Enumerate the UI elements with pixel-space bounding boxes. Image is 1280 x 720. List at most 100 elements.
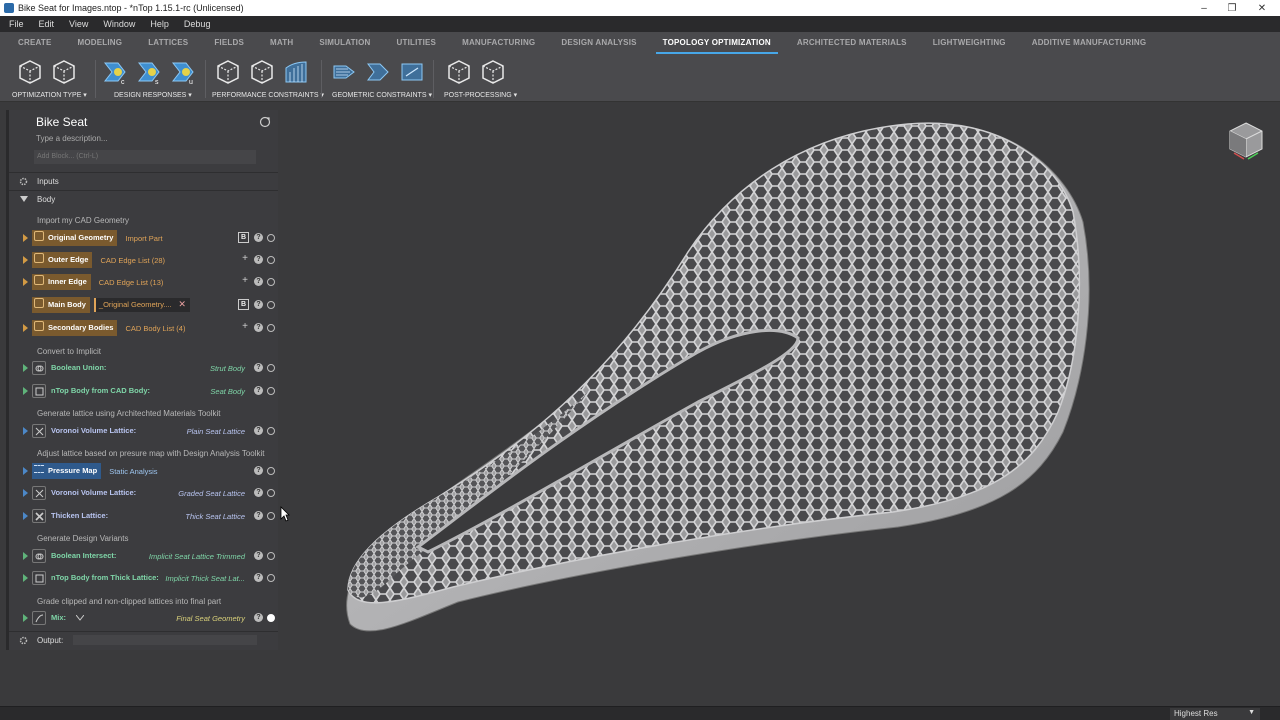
expand-arrow-icon[interactable] xyxy=(23,364,28,372)
help-icon[interactable]: ? xyxy=(254,300,263,309)
comment[interactable]: Grade clipped and non-clipped lattices i… xyxy=(37,597,221,606)
visibility-toggle[interactable] xyxy=(267,234,275,242)
comment[interactable]: Convert to Implicit xyxy=(37,347,101,356)
output-field[interactable] xyxy=(73,635,257,645)
cube-outline-icon[interactable] xyxy=(214,58,242,86)
menu-debug[interactable]: Debug xyxy=(175,19,217,29)
block-voronoi-lattice-graded[interactable]: Voronoi Volume Lattice: Graded Seat Latt… xyxy=(23,484,279,502)
visibility-toggle[interactable] xyxy=(267,574,275,582)
expand-arrow-icon[interactable] xyxy=(23,387,28,395)
add-item-icon[interactable]: + xyxy=(242,253,248,264)
expand-arrow-icon[interactable] xyxy=(23,489,28,497)
tab-architected-materials[interactable]: ARCHITECTED MATERIALS xyxy=(784,32,920,54)
menu-edit[interactable]: Edit xyxy=(30,19,61,29)
visibility-toggle[interactable] xyxy=(267,512,275,520)
visibility-toggle[interactable] xyxy=(267,552,275,560)
sync-icon[interactable] xyxy=(259,115,271,133)
cube-outline-icon[interactable] xyxy=(445,58,473,86)
main-body-input[interactable]: _Original Geometry.... ✕ xyxy=(93,298,190,312)
tab-lightweighting[interactable]: LIGHTWEIGHTING xyxy=(920,32,1019,54)
add-item-icon[interactable]: + xyxy=(242,275,248,286)
output-section[interactable]: Output: xyxy=(9,632,278,648)
help-icon[interactable]: ? xyxy=(254,363,263,372)
help-icon[interactable]: ? xyxy=(254,466,263,475)
help-icon[interactable]: ? xyxy=(254,255,263,264)
tab-topology-optimization[interactable]: TOPOLOGY OPTIMIZATION xyxy=(650,32,784,54)
block-boolean-union[interactable]: Boolean Union: Strut Body ? xyxy=(23,359,279,377)
block-boolean-intersect[interactable]: Boolean Intersect: Implicit Seat Lattice… xyxy=(23,547,279,565)
visibility-toggle[interactable] xyxy=(267,256,275,264)
b-button[interactable]: B xyxy=(238,232,249,243)
tab-fields[interactable]: FIELDS xyxy=(201,32,257,54)
block-original-geometry[interactable]: Original Geometry Import Part B ? xyxy=(23,229,279,247)
expand-arrow-icon[interactable] xyxy=(23,467,28,475)
expand-arrow-icon[interactable] xyxy=(23,552,28,560)
help-icon[interactable]: ? xyxy=(254,613,263,622)
block-inner-edge[interactable]: Inner Edge CAD Edge List (13) + ? xyxy=(23,273,279,291)
block-pressure-map[interactable]: Pressure Map Static Analysis ? xyxy=(23,462,279,480)
group-label[interactable]: OPTIMIZATION TYPE xyxy=(12,91,87,99)
group-label[interactable]: PERFORMANCE CONSTRAINTS xyxy=(212,91,324,99)
tab-create[interactable]: CREATE xyxy=(0,32,65,54)
chevron-down-icon[interactable] xyxy=(76,615,84,621)
help-icon[interactable]: ? xyxy=(254,488,263,497)
expand-arrow-icon[interactable] xyxy=(23,324,28,332)
expand-arrow-icon[interactable] xyxy=(23,427,28,435)
help-icon[interactable]: ? xyxy=(254,426,263,435)
tab-modeling[interactable]: MODELING xyxy=(65,32,136,54)
overhang-icon[interactable] xyxy=(330,58,358,86)
visibility-toggle[interactable] xyxy=(267,301,275,309)
inputs-section[interactable]: Inputs xyxy=(9,173,278,189)
render-quality-select[interactable]: Highest Res ▼ xyxy=(1170,708,1260,720)
expand-arrow-icon[interactable] xyxy=(23,614,28,622)
response-c-icon[interactable]: c xyxy=(101,58,129,86)
block-main-body[interactable]: Main Body _Original Geometry.... ✕ B ? xyxy=(23,296,279,314)
tab-design-analysis[interactable]: DESIGN ANALYSIS xyxy=(548,32,649,54)
visibility-toggle[interactable] xyxy=(267,278,275,286)
group-label[interactable]: DESIGN RESPONSES xyxy=(114,91,192,99)
visibility-toggle[interactable] xyxy=(267,614,275,622)
visibility-toggle[interactable] xyxy=(267,387,275,395)
stress-constraint-icon[interactable] xyxy=(282,58,310,86)
comment[interactable]: Generate lattice using Architechted Mate… xyxy=(37,409,221,418)
help-icon[interactable]: ? xyxy=(254,323,263,332)
expand-arrow-icon[interactable] xyxy=(23,574,28,582)
menu-window[interactable]: Window xyxy=(94,19,141,29)
block-ntop-body-from-cad[interactable]: nTop Body from CAD Body: Seat Body ? xyxy=(23,382,279,400)
menu-help[interactable]: Help xyxy=(141,19,175,29)
expand-arrow-icon[interactable] xyxy=(23,512,28,520)
expand-arrow-icon[interactable] xyxy=(23,278,28,286)
tab-manufacturing[interactable]: MANUFACTURING xyxy=(449,32,548,54)
3d-viewport[interactable] xyxy=(278,102,1280,706)
cube-outline-icon[interactable] xyxy=(479,58,507,86)
notebook-title[interactable]: Bike Seat xyxy=(36,115,87,129)
cube-outline-icon[interactable] xyxy=(50,58,78,86)
response-s-icon[interactable]: s xyxy=(135,58,163,86)
help-icon[interactable]: ? xyxy=(254,386,263,395)
expand-arrow-icon[interactable] xyxy=(23,256,28,264)
help-icon[interactable]: ? xyxy=(254,277,263,286)
extrusion-icon[interactable] xyxy=(398,58,426,86)
expand-arrow-icon[interactable] xyxy=(23,234,28,242)
b-button[interactable]: B xyxy=(238,299,249,310)
visibility-toggle[interactable] xyxy=(267,324,275,332)
comment[interactable]: Adjust lattice based on presure map with… xyxy=(37,449,265,458)
block-mix[interactable]: Mix: Final Seat Geometry ? xyxy=(23,609,279,627)
group-label[interactable]: POST-PROCESSING xyxy=(444,91,517,99)
block-voronoi-lattice-plain[interactable]: Voronoi Volume Lattice: Plain Seat Latti… xyxy=(23,422,279,440)
bike-seat-model[interactable] xyxy=(278,102,1280,706)
group-label[interactable]: GEOMETRIC CONSTRAINTS xyxy=(332,91,432,99)
comment[interactable]: Import my CAD Geometry xyxy=(37,216,129,225)
tab-additive-manufacturing[interactable]: ADDITIVE MANUFACTURING xyxy=(1019,32,1160,54)
help-icon[interactable]: ? xyxy=(254,233,263,242)
description-field[interactable]: Type a description... xyxy=(36,134,108,143)
cube-outline-icon[interactable] xyxy=(16,58,44,86)
visibility-toggle[interactable] xyxy=(267,467,275,475)
comment[interactable]: Generate Design Variants xyxy=(37,534,128,543)
block-outer-edge[interactable]: Outer Edge CAD Edge List (28) + ? xyxy=(23,251,279,269)
tab-simulation[interactable]: SIMULATION xyxy=(306,32,383,54)
body-section[interactable]: Body xyxy=(9,191,278,207)
response-u-icon[interactable]: u xyxy=(169,58,197,86)
tab-utilities[interactable]: UTILITIES xyxy=(384,32,450,54)
view-cube[interactable] xyxy=(1228,121,1268,168)
